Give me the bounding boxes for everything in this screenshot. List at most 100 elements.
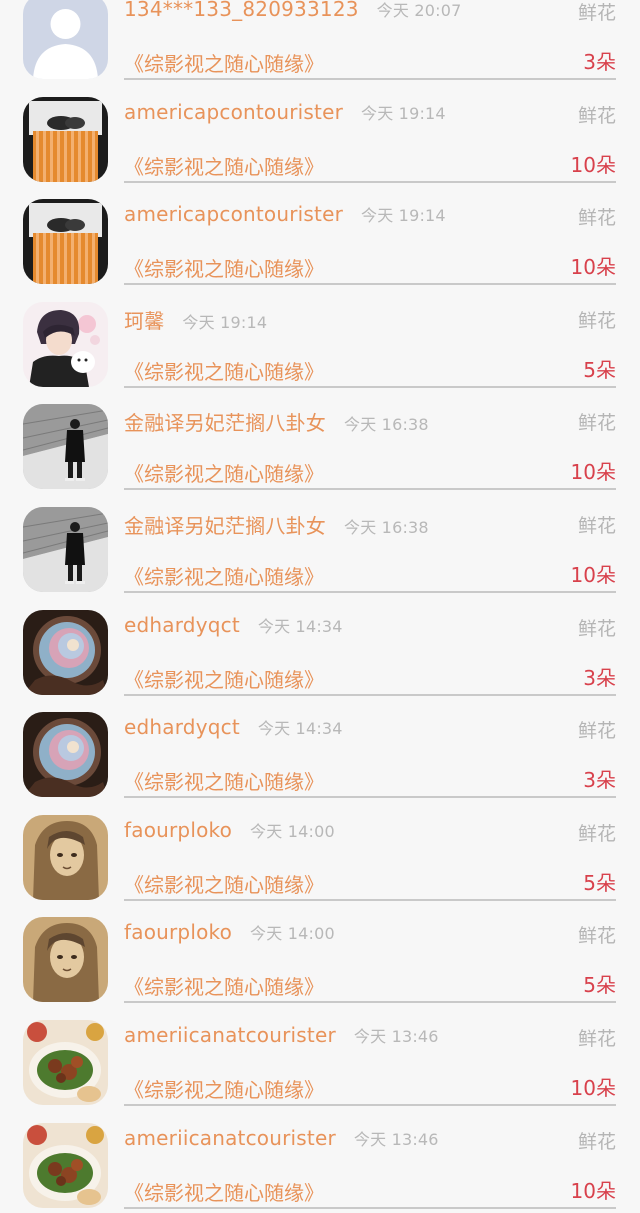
gift-type: 鲜花 — [577, 720, 616, 743]
street-photo-grayscale-icon — [23, 506, 108, 592]
gift-type: 鲜花 — [577, 412, 616, 435]
gift-count: 5朵 — [583, 357, 616, 382]
gift-count: 10朵 — [570, 562, 616, 587]
book-title-link[interactable]: 《综影视之随心随缘》 — [124, 48, 324, 77]
avatar[interactable] — [23, 506, 108, 592]
gift-count: 10朵 — [570, 152, 616, 177]
gift-type: 鲜花 — [577, 514, 616, 537]
avatar[interactable] — [23, 917, 108, 1003]
gift-count: 3朵 — [583, 768, 616, 793]
user-name: 金融译另妃茫搁八卦女 — [124, 411, 326, 436]
book-title-link[interactable]: 《综影视之随心随缘》 — [124, 561, 324, 590]
user-name: americapcontourister — [124, 99, 343, 124]
timestamp: 今天 19:14 — [361, 206, 446, 226]
book-title-link[interactable]: 《综影视之随心随缘》 — [124, 356, 324, 385]
avatar[interactable] — [23, 1019, 108, 1105]
gift-type: 鲜花 — [577, 822, 616, 845]
gift-count: 5朵 — [583, 973, 616, 998]
divider — [124, 1206, 616, 1209]
gift-count: 5朵 — [583, 870, 616, 895]
gift-record-list: 134***133_820933123 今天 20:07 鲜花 《综影视之随心随缘… — [0, 0, 640, 1213]
striped-blanket-photo-icon — [23, 96, 108, 182]
user-name: 珂馨 — [124, 308, 165, 333]
user-name: 134***133_820933123 — [124, 0, 359, 21]
timestamp: 今天 20:07 — [376, 1, 462, 20]
avatar[interactable] — [23, 814, 108, 900]
timestamp: 今天 14:34 — [257, 616, 343, 636]
divider — [124, 1001, 616, 1004]
divider — [124, 1103, 616, 1106]
book-title-link[interactable]: 《综影视之随心随缘》 — [124, 766, 324, 795]
shell-photo-icon — [23, 712, 108, 798]
book-title-link[interactable]: 《综影视之随心随缘》 — [124, 869, 324, 898]
divider — [124, 180, 616, 183]
divider — [124, 898, 616, 901]
timestamp: 今天 13:46 — [353, 1026, 439, 1046]
default-avatar-icon — [23, 0, 108, 79]
book-title-link[interactable]: 《综影视之随心随缘》 — [124, 664, 324, 693]
gift-count: 10朵 — [570, 1178, 616, 1203]
avatar[interactable] — [23, 0, 108, 79]
anime-boy-illustration-icon — [23, 301, 108, 387]
shell-photo-icon — [23, 609, 108, 695]
sepia-girl-sketch-icon — [23, 917, 108, 1003]
gift-type: 鲜花 — [577, 1027, 616, 1050]
list-item[interactable]: edhardyqct 今天 14:34 鲜花 《综影视之随心随缘》 3朵 — [0, 700, 640, 803]
avatar[interactable] — [23, 712, 108, 798]
user-name: edhardyqct — [124, 612, 240, 637]
list-item[interactable]: americapcontourister 今天 19:14 鲜花 《综影视之随心随… — [0, 187, 640, 290]
gift-type: 鲜花 — [577, 617, 616, 640]
gift-count: 10朵 — [570, 255, 616, 280]
user-name: americapcontourister — [124, 202, 343, 227]
timestamp: 今天 19:14 — [182, 312, 268, 332]
gift-type: 鲜花 — [577, 1130, 616, 1153]
user-name: ameriicanatcourister — [124, 1125, 336, 1150]
timestamp: 今天 16:38 — [344, 517, 429, 537]
user-name: 金融译另妃茫搁八卦女 — [124, 513, 326, 538]
divider — [124, 488, 616, 491]
list-item[interactable]: 134***133_820933123 今天 20:07 鲜花 《综影视之随心随缘… — [0, 0, 640, 85]
avatar[interactable] — [23, 199, 108, 285]
avatar[interactable] — [23, 404, 108, 490]
gift-type: 鲜花 — [577, 207, 616, 230]
book-title-link[interactable]: 《综影视之随心随缘》 — [124, 151, 324, 180]
avatar[interactable] — [23, 609, 108, 695]
divider — [124, 590, 616, 593]
user-name: ameriicanatcourister — [124, 1022, 336, 1047]
timestamp: 今天 13:46 — [353, 1129, 439, 1149]
book-title-link[interactable]: 《综影视之随心随缘》 — [124, 458, 324, 487]
user-name: faourploko — [124, 920, 233, 945]
gift-type: 鲜花 — [577, 309, 616, 332]
divider — [124, 78, 616, 80]
divider — [124, 283, 616, 286]
gift-count: 3朵 — [583, 665, 616, 690]
timestamp: 今天 14:00 — [250, 924, 335, 944]
timestamp: 今天 14:00 — [250, 821, 335, 841]
book-title-link[interactable]: 《综影视之随心随缘》 — [124, 1074, 324, 1103]
gift-count: 10朵 — [570, 1075, 616, 1100]
sepia-girl-sketch-icon — [23, 814, 108, 900]
book-title-link[interactable]: 《综影视之随心随缘》 — [124, 1177, 324, 1206]
avatar[interactable] — [23, 96, 108, 182]
street-photo-grayscale-icon — [23, 404, 108, 490]
list-item[interactable]: 金融译另妃茫搁八卦女 今天 16:38 鲜花 《综影视之随心随缘》 10朵 — [0, 392, 640, 495]
list-item[interactable]: americapcontourister 今天 19:14 鲜花 《综影视之随心随… — [0, 85, 640, 188]
avatar[interactable] — [23, 301, 108, 387]
timestamp: 今天 16:38 — [344, 415, 429, 435]
gift-count: 10朵 — [570, 460, 616, 485]
list-item[interactable]: faourploko 今天 14:00 鲜花 《综影视之随心随缘》 5朵 — [0, 803, 640, 906]
book-title-link[interactable]: 《综影视之随心随缘》 — [124, 253, 324, 282]
list-item[interactable]: 珂馨 今天 19:14 鲜花 《综影视之随心随缘》 5朵 — [0, 290, 640, 393]
food-plate-photo-icon — [23, 1122, 108, 1208]
list-item[interactable]: edhardyqct 今天 14:34 鲜花 《综影视之随心随缘》 3朵 — [0, 598, 640, 701]
list-item[interactable]: 金融译另妃茫搁八卦女 今天 16:38 鲜花 《综影视之随心随缘》 10朵 — [0, 495, 640, 598]
user-name: faourploko — [124, 817, 233, 842]
list-item[interactable]: faourploko 今天 14:00 鲜花 《综影视之随心随缘》 5朵 — [0, 905, 640, 1008]
list-item[interactable]: ameriicanatcourister 今天 13:46 鲜花 《综影视之随心随… — [0, 1008, 640, 1111]
divider — [124, 385, 616, 388]
timestamp: 今天 14:34 — [257, 719, 343, 739]
book-title-link[interactable]: 《综影视之随心随缘》 — [124, 971, 324, 1000]
avatar[interactable] — [23, 1122, 108, 1208]
divider — [124, 796, 616, 799]
divider — [124, 693, 616, 696]
